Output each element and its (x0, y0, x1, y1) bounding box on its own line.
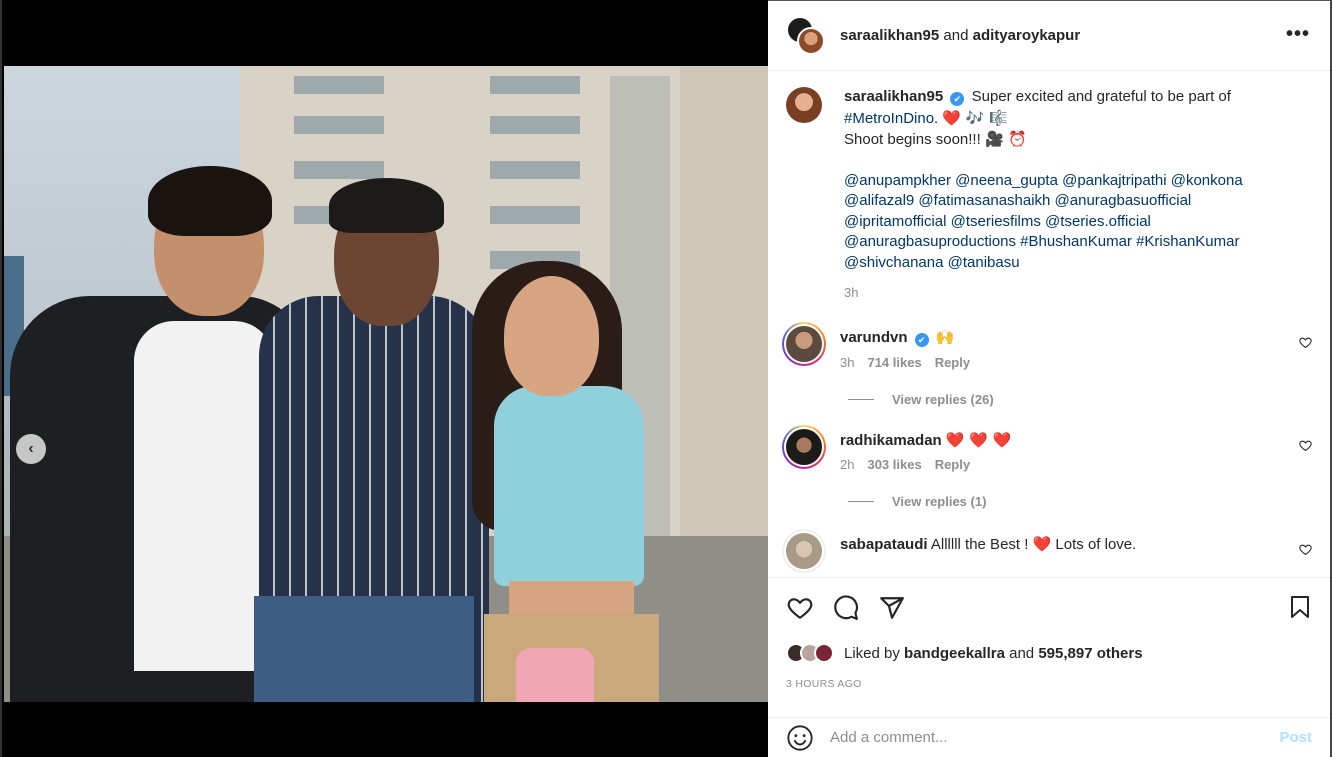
emoji-picker-icon[interactable] (786, 724, 814, 752)
comment-likes[interactable]: 303 likes (867, 457, 921, 472)
comment-reply-button[interactable]: Reply (935, 457, 970, 472)
post-actions: Liked by bandgeekallra and 595,897 other… (768, 577, 1330, 690)
carousel-prev-button[interactable]: ‹ (16, 434, 46, 464)
likes-summary: Liked by bandgeekallra and 595,897 other… (768, 638, 1330, 668)
comment-time[interactable]: 3h (840, 355, 854, 370)
post-media: ‹ (0, 0, 770, 757)
author-username[interactable]: saraalikhan95 (840, 27, 939, 44)
share-icon[interactable] (878, 594, 906, 622)
verified-badge-icon: ✔ (914, 332, 929, 347)
comment-username[interactable]: varundvn (840, 329, 908, 346)
post-comment-button[interactable]: Post (1279, 729, 1312, 746)
caption-line2: Shoot begins soon!!! (844, 131, 981, 148)
post-caption: saraalikhan95 ✔ Super excited and gratef… (768, 71, 1330, 304)
add-comment-bar: Post (768, 717, 1330, 757)
chevron-left-icon: ‹ (28, 440, 34, 457)
comment-item: radhikamadan ❤️ ❤️ ❤️ 2h 303 likes Reply (768, 424, 1330, 472)
collaborator-username[interactable]: adityaroykapur (973, 27, 1081, 44)
avatar (797, 26, 825, 55)
post-side-panel: saraalikhan95 and adityaroykapur ••• sar… (768, 0, 1332, 757)
comment-username[interactable]: radhikamadan (840, 432, 942, 449)
caption-time[interactable]: 3h (844, 283, 1284, 304)
comment-likes[interactable]: 714 likes (867, 355, 921, 370)
comment-like-heart-icon[interactable] (1299, 439, 1312, 455)
post-header: saraalikhan95 and adityaroykapur ••• (768, 1, 1330, 71)
liked-by-avatars[interactable] (786, 643, 834, 663)
comment-like-heart-icon[interactable] (1299, 543, 1312, 559)
verified-badge-icon: ✔ (950, 92, 965, 106)
post-photo[interactable]: ‹ (4, 66, 770, 702)
liked-by-username[interactable]: bandgeekallra (904, 645, 1005, 662)
caption-hashtag[interactable]: #MetroInDino. (844, 110, 938, 127)
view-replies-button[interactable]: View replies (26) (768, 392, 1330, 407)
comment-input[interactable] (830, 729, 1280, 746)
comment-item: sabapataudi Allllll the Best ! ❤️ Lots o… (768, 528, 1330, 573)
comment-time[interactable]: 2h (840, 457, 854, 472)
comment-icon[interactable] (832, 594, 860, 622)
heart-icon[interactable] (786, 594, 814, 622)
comment-reply-button[interactable]: Reply (935, 355, 970, 370)
comment-text: Allllll the Best ! ❤️ Lots of love. (930, 535, 1137, 553)
comment-text: ❤️ ❤️ ❤️ (945, 430, 1012, 449)
avatar[interactable] (782, 321, 826, 366)
caption-mentions[interactable]: @anupampkher @neena_gupta @pankajtripath… (844, 172, 1243, 271)
avatar[interactable] (782, 424, 826, 469)
avatar[interactable] (782, 528, 826, 573)
comment-like-heart-icon[interactable] (1299, 336, 1312, 352)
likes-count[interactable]: 595,897 others (1038, 645, 1142, 662)
comment-username[interactable]: sabapataudi (840, 536, 928, 553)
avatar[interactable] (786, 87, 822, 123)
photo-building-right (680, 66, 770, 606)
comments-scroll[interactable]: saraalikhan95 ✔ Super excited and gratef… (768, 71, 1330, 576)
comment-item: varundvn ✔ 🙌 3h 714 likes Reply (768, 321, 1330, 370)
caption-line1: Super excited and grateful to be part of (971, 88, 1231, 105)
caption-emoji: 🎥 ⏰ (984, 130, 1028, 148)
post-authors: saraalikhan95 and adityaroykapur (840, 27, 1081, 44)
post-timestamp[interactable]: 3 HOURS AGO (768, 668, 1330, 690)
collab-avatars[interactable] (786, 15, 826, 56)
more-horizontal-icon[interactable]: ••• (1286, 23, 1310, 46)
bookmark-icon[interactable] (1288, 594, 1312, 623)
view-replies-button[interactable]: View replies (1) (768, 494, 1330, 509)
caption-emoji: ❤️ 🎶 🎼 (942, 108, 1008, 127)
caption-username[interactable]: saraalikhan95 (844, 88, 943, 105)
comment-text: 🙌 (935, 327, 955, 346)
